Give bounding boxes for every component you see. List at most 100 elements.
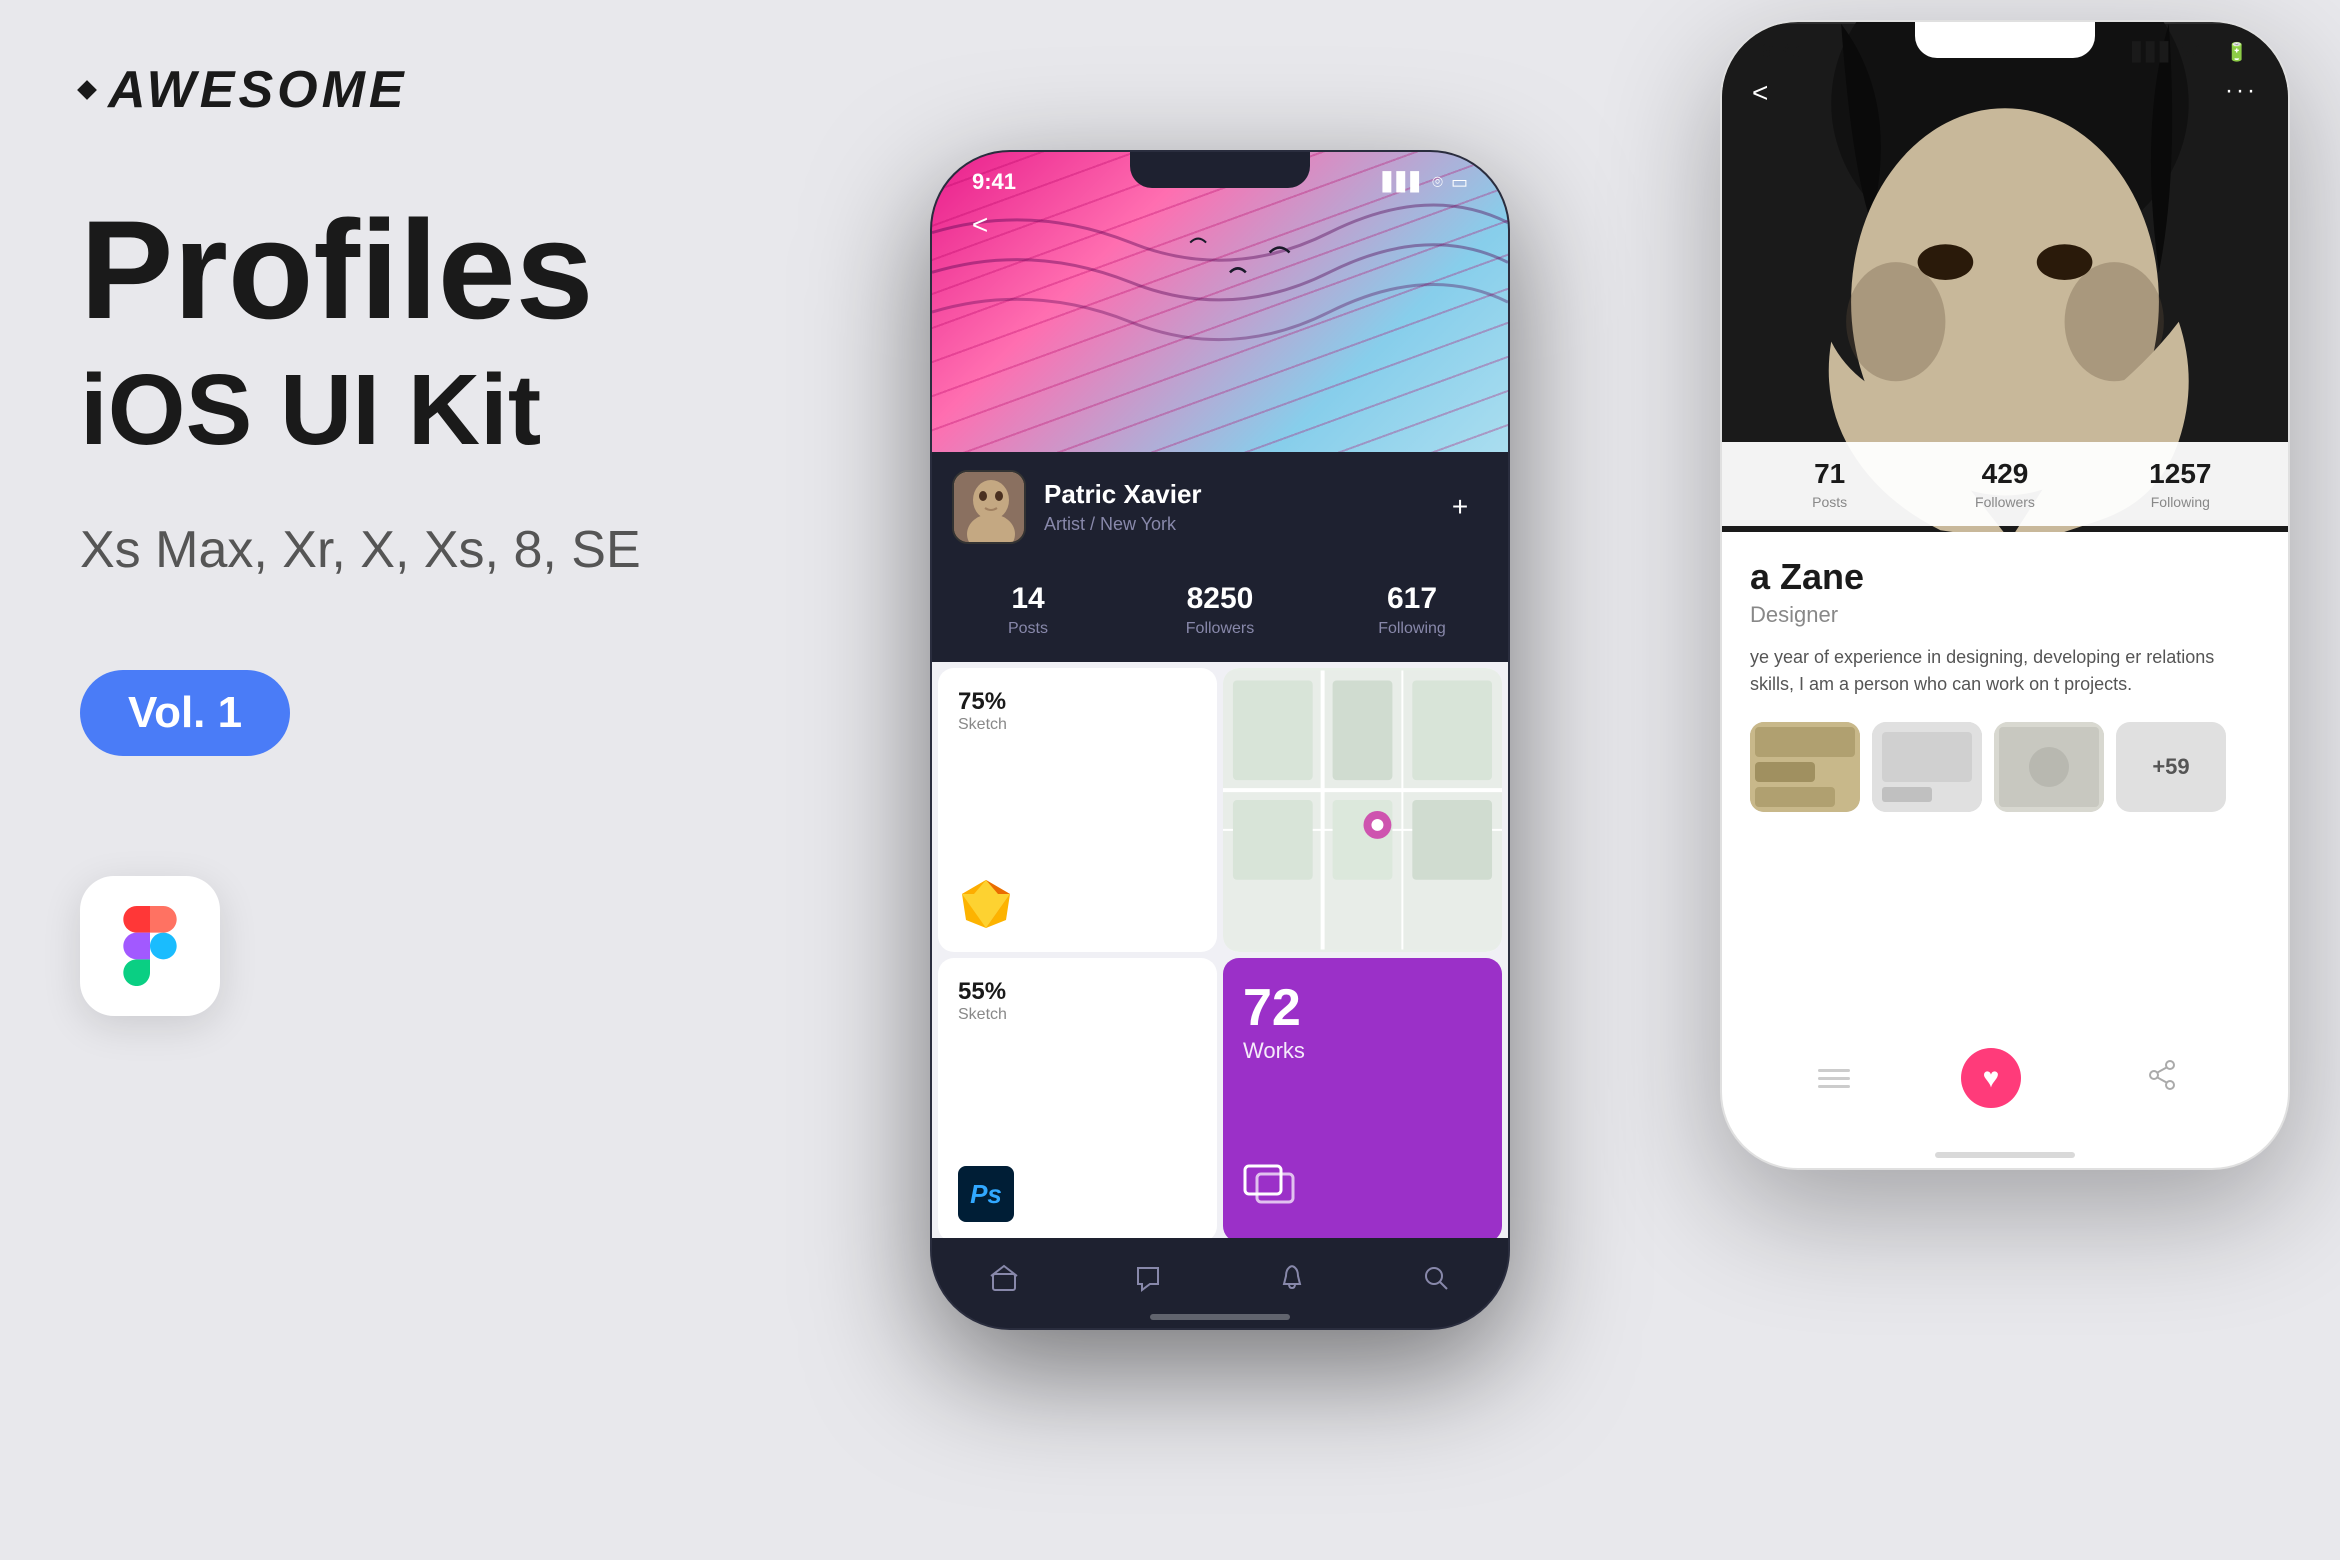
nav-bell-button[interactable] xyxy=(1272,1258,1312,1298)
works-number: 72 xyxy=(1243,978,1482,1038)
tile-sketch-label: Sketch xyxy=(958,716,1197,734)
dark-status-time: 9:41 xyxy=(972,169,1016,195)
portfolio-thumb-3 xyxy=(1994,722,2104,812)
white-more-button[interactable]: ··· xyxy=(2225,77,2258,105)
white-back-button[interactable]: < xyxy=(1752,77,1768,109)
white-profile-card: a Zane Designer ye year of experience in… xyxy=(1722,532,2288,1088)
dark-stat-posts: 14 Posts xyxy=(932,582,1124,638)
dark-wifi-icon: ⌾ xyxy=(1432,172,1443,193)
nav-chat-button[interactable] xyxy=(1128,1258,1168,1298)
dark-stat-following: 617 Following xyxy=(1316,582,1508,638)
add-profile-button[interactable]: + xyxy=(1442,489,1478,525)
dark-posts-label: Posts xyxy=(932,620,1124,638)
like-button[interactable]: ♥ xyxy=(1961,1048,2021,1108)
portfolio-more-thumb: +59 xyxy=(2116,722,2226,812)
menu-icon[interactable] xyxy=(1818,1069,1850,1088)
tile-sketch[interactable]: 75% Sketch xyxy=(938,668,1217,952)
dark-profile-name: Patric Xavier xyxy=(1044,479,1442,510)
nav-home-button[interactable] xyxy=(984,1258,1024,1298)
dark-notch xyxy=(1130,152,1310,188)
page-title-line1: Profiles xyxy=(80,200,660,340)
dark-stat-followers: 8250 Followers xyxy=(1124,582,1316,638)
dark-status-icons: ▋▋▋ ⌾ ▭ xyxy=(1383,172,1468,193)
white-status-icons: ▋▋▋ WiFi 🔋 xyxy=(2132,42,2248,63)
tile-photoshop[interactable]: 55% Sketch Ps xyxy=(938,958,1217,1242)
tile-map[interactable] xyxy=(1223,668,1502,952)
device-sizes-text: Xs Max, Xr, X, Xs, 8, SE xyxy=(80,520,660,580)
more-count: +59 xyxy=(2152,754,2189,780)
nav-search-button[interactable] xyxy=(1416,1258,1456,1298)
white-bottom-actions: ♥ xyxy=(1722,1048,2288,1108)
thumb3-svg xyxy=(1994,722,2104,812)
map-background xyxy=(1223,668,1502,952)
dark-profile-info: Patric Xavier Artist / New York xyxy=(1044,479,1442,535)
sketch-icon xyxy=(958,876,1197,932)
battery-icon: 🔋 xyxy=(2226,42,2248,63)
vol-badge: Vol. 1 xyxy=(80,670,290,756)
dark-stats-row: 14 Posts 8250 Followers 617 Following xyxy=(932,562,1508,658)
works-label: Works xyxy=(1243,1038,1482,1064)
dark-signal-icon: ▋▋▋ xyxy=(1383,172,1425,193)
dark-posts-number: 14 xyxy=(932,582,1124,616)
signal-icon: ▋▋▋ xyxy=(2132,42,2174,63)
white-profile-role: Designer xyxy=(1750,602,2260,628)
white-stat-followers: 429 Followers xyxy=(1917,458,2092,510)
thumb2-svg xyxy=(1872,722,1982,812)
photoshop-icon: Ps xyxy=(958,1166,1197,1222)
dark-profile-role: Artist / New York xyxy=(1044,514,1442,535)
dark-profile-section: Patric Xavier Artist / New York + xyxy=(932,452,1508,562)
heart-icon: ♥ xyxy=(1983,1062,2000,1094)
brand-logo: AWESOME xyxy=(80,60,660,120)
brand-diamond-icon xyxy=(77,80,97,100)
tile-ps-label: Sketch xyxy=(958,1006,1197,1024)
avatar-face-svg xyxy=(954,472,1026,544)
figma-logo-badge xyxy=(80,876,220,1016)
white-stat-following: 1257 Following xyxy=(2093,458,2268,510)
white-following-number: 1257 xyxy=(2093,458,2268,490)
works-icon xyxy=(1243,1158,1482,1222)
white-stats-row: 71 Posts 429 Followers 1257 Following xyxy=(1722,442,2288,526)
white-notch xyxy=(1915,22,2095,58)
wifi-icon: WiFi xyxy=(2182,42,2218,63)
dark-following-label: Following xyxy=(1316,620,1508,638)
portfolio-thumbnails: +59 xyxy=(1750,722,2260,812)
dark-hero-image xyxy=(932,152,1508,492)
portfolio-thumb-1 xyxy=(1750,722,1860,812)
hero-overlay-svg xyxy=(932,152,1508,492)
dark-bottom-nav xyxy=(932,1238,1508,1328)
thumb1-svg xyxy=(1750,722,1860,812)
dark-grid-content: 75% Sketch xyxy=(932,662,1508,1248)
dark-followers-label: Followers xyxy=(1124,620,1316,638)
portfolio-thumb-2 xyxy=(1872,722,1982,812)
phone-dark: 9:41 ▋▋▋ ⌾ ▭ xyxy=(930,150,1510,1330)
page-title-line2: iOS UI Kit xyxy=(80,360,660,460)
tile-ps-percent: 55% xyxy=(958,978,1197,1006)
share-icon xyxy=(2146,1059,2178,1098)
tile-works[interactable]: 72 Works xyxy=(1223,958,1502,1242)
phone-white: 9:41 ▋▋▋ WiFi 🔋 xyxy=(1720,20,2290,1170)
white-stat-posts: 71 Posts xyxy=(1742,458,1917,510)
share-button[interactable] xyxy=(2132,1048,2192,1108)
avatar-image xyxy=(954,472,1024,542)
brand-name: AWESOME xyxy=(108,60,408,120)
left-panel: AWESOME Profiles iOS UI Kit Xs Max, Xr, … xyxy=(80,60,660,1016)
white-followers-label: Followers xyxy=(1917,494,2092,510)
white-profile-name: a Zane xyxy=(1750,556,2260,598)
dark-followers-number: 8250 xyxy=(1124,582,1316,616)
white-following-label: Following xyxy=(2093,494,2268,510)
white-status-time: 9:41 xyxy=(1762,39,1806,65)
dark-phone-content: Patric Xavier Artist / New York + 14 Pos… xyxy=(932,152,1508,1328)
dark-battery-icon: ▭ xyxy=(1451,172,1468,193)
white-home-indicator xyxy=(1935,1152,2075,1158)
white-posts-number: 71 xyxy=(1742,458,1917,490)
dark-home-indicator xyxy=(1150,1314,1290,1320)
dark-back-button[interactable] xyxy=(962,207,998,243)
white-profile-bio: ye year of experience in designing, deve… xyxy=(1750,644,2260,698)
map-svg xyxy=(1223,668,1502,952)
tile-sketch-percent: 75% xyxy=(958,688,1197,716)
white-followers-number: 429 xyxy=(1917,458,2092,490)
figma-icon xyxy=(110,906,190,986)
white-posts-label: Posts xyxy=(1742,494,1917,510)
phones-container: 9:41 ▋▋▋ WiFi 🔋 xyxy=(810,20,2310,1540)
dark-following-number: 617 xyxy=(1316,582,1508,616)
